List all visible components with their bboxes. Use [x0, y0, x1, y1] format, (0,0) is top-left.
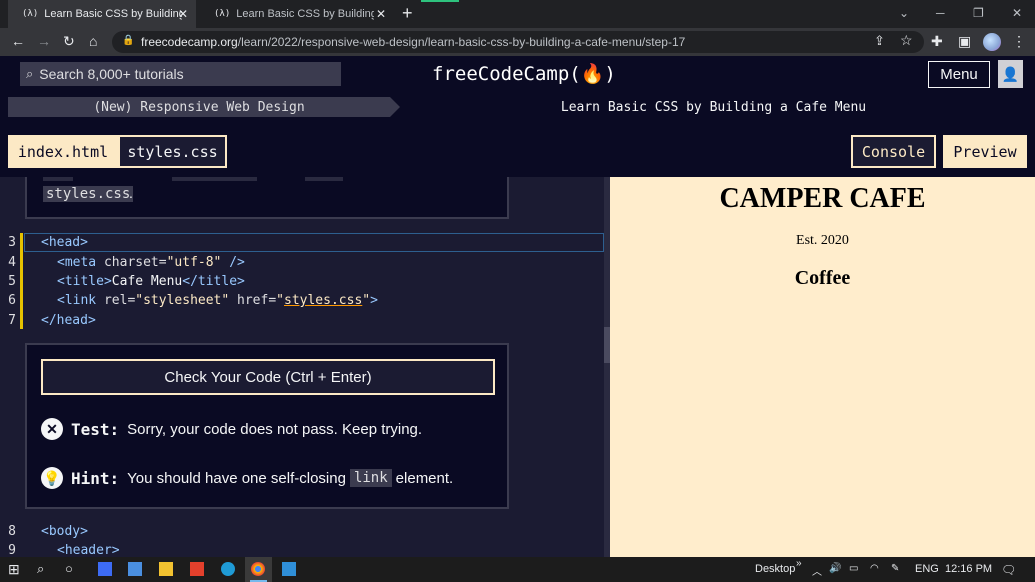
browser-tab-strip: (λ) Learn Basic CSS by Building a Cafe M…	[0, 0, 1035, 28]
code-line-3[interactable]: <head>	[41, 235, 88, 250]
home-icon[interactable]: ⌂	[89, 33, 97, 49]
tab-styles-css[interactable]: styles.css	[118, 135, 227, 168]
wifi-icon[interactable]: ◠	[870, 563, 879, 574]
notifications-icon[interactable]: 🗨	[1001, 563, 1016, 577]
user-avatar-icon[interactable]: 👤	[998, 60, 1023, 88]
tab-search-icon[interactable]: ⌄	[899, 6, 909, 20]
hint-message-post: element.	[395, 469, 454, 487]
code-editor[interactable]: styles.css . 3 <head> 4 <meta charset="u…	[0, 177, 610, 557]
chrome-menu-icon[interactable]: ⋮	[1012, 33, 1026, 50]
preview-pane: CAMPER CAFE Est. 2020 Coffee	[610, 177, 1035, 557]
search-icon: ⌕	[26, 66, 34, 81]
hint-label: Hint:	[71, 468, 120, 488]
fcc-logo[interactable]: freeCodeCamp(🔥)	[432, 62, 616, 85]
line-number: 7	[8, 313, 16, 328]
tab-index-html[interactable]: index.html	[8, 135, 118, 168]
close-window-icon[interactable]: ✕	[1012, 6, 1022, 20]
close-tab-icon[interactable]: ✕	[178, 7, 188, 21]
test-label: Test:	[71, 419, 120, 439]
line-number: 4	[8, 255, 16, 270]
fcc-favicon-icon: (λ)	[214, 9, 231, 19]
edge-icon[interactable]	[221, 562, 235, 576]
test-message: Sorry, your code does not pass. Keep try…	[127, 420, 423, 438]
line-number: 9	[8, 543, 16, 557]
language-indicator[interactable]: ENG	[915, 563, 939, 575]
restore-icon[interactable]: ❐	[973, 6, 984, 20]
menu-button[interactable]: Menu	[928, 61, 990, 88]
tab-title: Learn Basic CSS by Building a Cafe Menu	[44, 8, 183, 20]
profile-avatar[interactable]	[983, 33, 1001, 51]
code-line-7[interactable]: </head>	[41, 313, 96, 328]
preview-title: CAMPER CAFE	[719, 183, 926, 214]
code-line-9[interactable]: <header>	[57, 543, 120, 557]
address-bar[interactable]: 🔒 freecodecamp.org/learn/2022/responsive…	[112, 31, 924, 53]
fcc-navbar: ⌕ Search 8,000+ tutorials freeCodeCamp(🔥…	[0, 56, 1035, 92]
pen-icon[interactable]: ✎	[891, 563, 899, 574]
url-text[interactable]: freecodecamp.org/learn/2022/responsive-w…	[141, 35, 685, 49]
breadcrumb-course[interactable]: (New) Responsive Web Design	[8, 97, 400, 117]
preview-toggle-button[interactable]: Preview	[943, 135, 1027, 168]
test-result: ✕ Test: Sorry, your code does not pass. …	[41, 418, 422, 440]
search-placeholder: Search 8,000+ tutorials	[39, 66, 184, 82]
hint-result: 💡 Hint: You should have one self-closing…	[41, 467, 453, 489]
search-icon[interactable]: ⌕	[37, 561, 44, 577]
file-explorer-icon[interactable]	[159, 562, 173, 576]
new-tab-button[interactable]: +	[402, 3, 413, 24]
desktop-toolbar[interactable]: Desktop	[755, 563, 795, 575]
tray-up-icon[interactable]: ︿	[812, 563, 822, 578]
battery-icon[interactable]: ▭	[849, 563, 858, 574]
back-icon[interactable]: ←	[11, 33, 25, 49]
breadcrumb: (New) Responsive Web Design Learn Basic …	[8, 97, 1027, 117]
code-line-5[interactable]: <title>Cafe Menu</title>	[57, 274, 245, 289]
hint-code: link	[349, 469, 392, 487]
preview-section-heading: Coffee	[794, 267, 851, 289]
code-line-4[interactable]: <meta charset="utf-8" />	[57, 255, 245, 270]
browser-tab-1[interactable]: (λ) Learn Basic CSS by Building a Cafe M…	[8, 0, 196, 28]
windows-taskbar: ⊞ ⌕ ○ Desktop » ︿ 🔊 ▭ ◠ ✎ ENG 12:16 PM 🗨	[0, 557, 1035, 582]
lightbulb-icon: 💡	[41, 467, 63, 489]
description-text: .	[129, 185, 133, 201]
step-description: styles.css .	[25, 177, 509, 219]
extensions-icon[interactable]: ✚	[931, 33, 943, 50]
line-number: 6	[8, 293, 16, 308]
app-icon[interactable]	[98, 562, 112, 576]
description-code: styles.css	[43, 186, 134, 202]
lock-icon[interactable]: 🔒	[122, 35, 134, 46]
office-icon[interactable]	[190, 562, 204, 576]
tab-title: Learn Basic CSS by Building a Cafe Menu	[236, 8, 375, 20]
check-code-button[interactable]: Check Your Code (Ctrl + Enter)	[41, 359, 495, 395]
line-number: 8	[8, 524, 16, 539]
line-number: 5	[8, 274, 16, 289]
code-line-6[interactable]: <link rel="stylesheet" href="styles.css"…	[57, 293, 378, 308]
cortana-icon[interactable]: ○	[65, 561, 73, 576]
line-number: 3	[8, 235, 16, 250]
side-panel-icon[interactable]: ▣	[958, 33, 971, 50]
close-tab-icon[interactable]: ✕	[376, 7, 386, 21]
windows-start-icon[interactable]: ⊞	[8, 561, 20, 578]
vscode-icon[interactable]	[282, 562, 296, 576]
reload-icon[interactable]: ↻	[63, 33, 75, 50]
search-bar[interactable]: ⌕ Search 8,000+ tutorials	[20, 62, 341, 86]
console-toggle-button[interactable]: Console	[851, 135, 936, 168]
loading-indicator	[421, 0, 459, 2]
clock[interactable]: 12:16 PM	[945, 563, 992, 575]
breadcrumb-project[interactable]: Learn Basic CSS by Building a Cafe Menu	[400, 97, 1027, 117]
forward-icon[interactable]: →	[37, 33, 51, 49]
feedback-panel: Check Your Code (Ctrl + Enter) ✕ Test: S…	[25, 343, 509, 509]
hint-message-pre: You should have one self-closing	[127, 469, 346, 487]
browser-tab-2[interactable]: (λ) Learn Basic CSS by Building a Cafe M…	[200, 0, 394, 28]
toolbar-chevron-icon[interactable]: »	[796, 558, 802, 569]
store-icon[interactable]	[128, 562, 142, 576]
share-icon[interactable]: ⇪	[874, 33, 885, 49]
preview-est: Est. 2020	[796, 233, 849, 248]
fcc-favicon-icon: (λ)	[22, 9, 39, 19]
current-line-highlight	[24, 233, 604, 252]
browser-toolbar: ← → ↻ ⌂ 🔒 freecodecamp.org/learn/2022/re…	[0, 28, 1035, 56]
code-line-8[interactable]: <body>	[41, 524, 88, 539]
fail-x-icon: ✕	[41, 418, 63, 440]
volume-icon[interactable]: 🔊	[829, 563, 841, 574]
chrome-icon[interactable]	[251, 562, 265, 576]
bookmark-star-icon[interactable]: ☆	[900, 32, 913, 49]
minimize-icon[interactable]: ─	[936, 6, 945, 20]
